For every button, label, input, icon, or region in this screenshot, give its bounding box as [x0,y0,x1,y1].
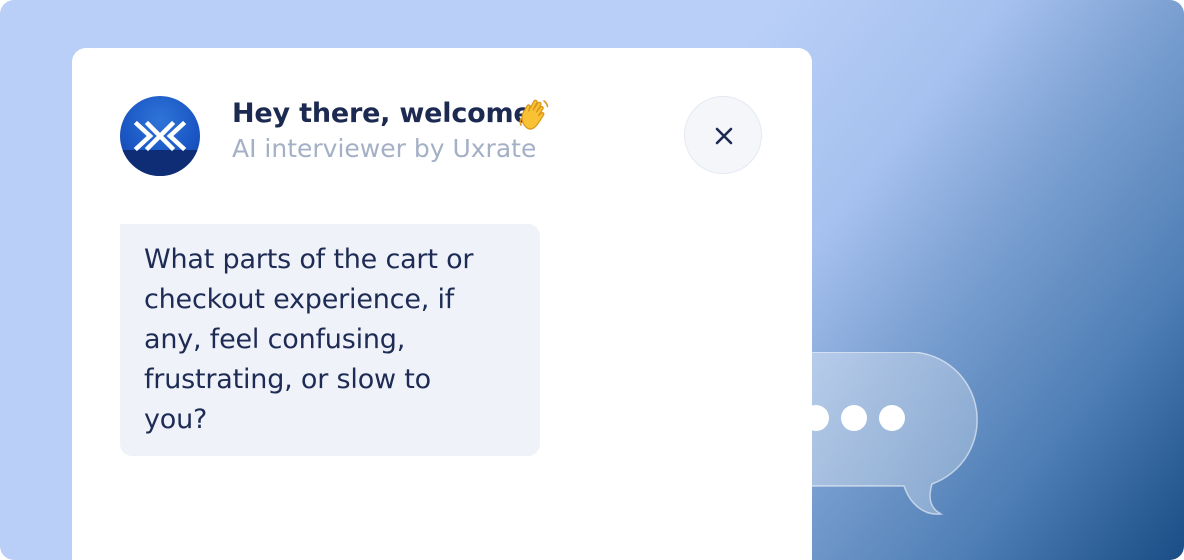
waving-hand-icon [519,99,549,130]
close-icon [715,127,733,145]
chat-widget-card: Hey there, welcome AI interviewer by Uxr… [72,48,812,560]
interviewer-message-bubble: What parts of the cart or checkout exper… [120,224,540,456]
uxrate-logo-icon [134,120,186,152]
message-line: any, feel confusing, [144,324,406,355]
subtitle: AI interviewer by Uxrate [232,134,537,163]
background: Hey there, welcome AI interviewer by Uxr… [0,0,1184,560]
message-line: checkout experience, if [144,284,455,315]
message-line: What parts of the cart or [144,244,474,275]
close-button[interactable] [684,96,762,174]
welcome-title: Hey there, welcome [232,98,532,129]
avatar [120,96,200,176]
typing-indicator-icon [732,352,978,515]
message-line: frustrating, or slow to [144,364,431,395]
message-line: you? [144,404,208,435]
